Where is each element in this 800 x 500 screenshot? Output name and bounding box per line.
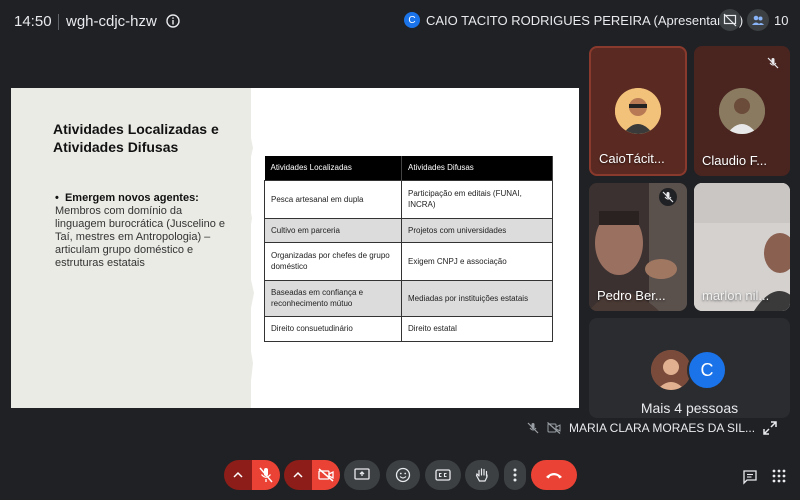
- table-row: Direito consuetudinário Direito estatal: [264, 315, 553, 342]
- table-cell: Mediadas por instituições estatais: [401, 279, 553, 317]
- camera-options-button[interactable]: [284, 460, 312, 490]
- presenter-avatar: C: [404, 12, 420, 28]
- divider: [58, 14, 59, 30]
- avatar: [651, 350, 691, 390]
- mic-off-icon: [259, 467, 273, 483]
- participant-name: marlon nil...: [702, 288, 770, 303]
- clock-time: 14:50: [14, 13, 52, 30]
- table-header-cell: Atividades Localizadas: [264, 156, 402, 180]
- mic-toggle-button[interactable]: [252, 460, 280, 490]
- participant-tile-marlon[interactable]: marlon nil...: [694, 183, 790, 311]
- table-cell: Exigem CNPJ e associação: [401, 241, 553, 281]
- table-row: Cultivo em parceria Projetos com univers…: [264, 217, 553, 243]
- chevron-up-icon: [293, 471, 303, 478]
- more-participants-tile[interactable]: C Mais 4 pessoas: [589, 318, 790, 418]
- present-off-icon: [723, 13, 737, 27]
- presenter-name: MARIA CLARA MORAES DA SIL...: [569, 421, 756, 435]
- bottom-toolbar: [0, 455, 800, 495]
- presenter-label: CAIO TACITO RODRIGUES PEREIRA (Apresenta…: [426, 12, 744, 28]
- expand-icon[interactable]: [762, 420, 778, 436]
- muted-mic-icon: [764, 54, 782, 72]
- hang-up-icon: [546, 473, 562, 479]
- table-cell: Cultivo em parceria: [264, 217, 402, 243]
- slide-title: Atividades Localizadas e Atividades Difu…: [53, 121, 219, 155]
- avatar-initial: C: [687, 350, 727, 390]
- chat-icon[interactable]: [742, 469, 758, 485]
- muted-mic-icon: [527, 422, 539, 434]
- participant-name: Claudio F...: [702, 153, 768, 168]
- bullet-bold-text: Emergem novos agentes:: [64, 192, 199, 204]
- camera-off-icon: [547, 422, 561, 434]
- table-cell: Participação em editais (FUNAI, INCRA): [401, 179, 553, 219]
- table-cell: Direito estatal: [401, 315, 553, 342]
- table-header-cell: Atividades Difusas: [401, 156, 553, 180]
- slide-table: Atividades Localizadas Atividades Difusa…: [264, 156, 553, 342]
- top-bar: 14:50 wgh-cdjc-hzw C CAIO TACITO RODRIGU…: [0, 0, 800, 44]
- muted-mic-icon: [659, 188, 677, 206]
- pinned-presenter-strip: MARIA CLARA MORAES DA SIL...: [519, 416, 799, 440]
- bullet-text: Membros com domínio da linguagem burocrá…: [55, 205, 225, 269]
- present-button[interactable]: [344, 460, 380, 490]
- camera-toggle-button[interactable]: [312, 460, 340, 490]
- raise-hand-button[interactable]: [465, 460, 499, 490]
- leave-call-button[interactable]: [531, 460, 577, 490]
- shared-slide: Atividades Localizadas e Atividades Difu…: [11, 88, 579, 408]
- more-options-button[interactable]: [504, 460, 526, 490]
- table-cell: Organizadas por chefes de grupo doméstic…: [264, 241, 402, 281]
- avatar: [719, 88, 765, 134]
- slide-bullet: • Emergem novos agentes: Membros com dom…: [55, 192, 225, 270]
- present-screen-icon: [354, 468, 370, 480]
- more-participants-label: Mais 4 pessoas: [640, 400, 739, 416]
- avatar: [615, 88, 661, 134]
- table-row: Baseadas em confiança e reconhecimento m…: [264, 279, 553, 317]
- raise-hand-icon: [475, 468, 488, 482]
- participant-tile-claudio[interactable]: Claudio F...: [694, 46, 790, 176]
- participant-tile-caio[interactable]: CaioTácit...: [589, 46, 687, 176]
- presentation-badge[interactable]: [719, 9, 741, 31]
- table-cell: Baseadas em confiança e reconhecimento m…: [264, 279, 402, 317]
- chevron-up-icon: [233, 471, 243, 478]
- table-cell: Projetos com universidades: [401, 217, 553, 243]
- bullet-dot: •: [55, 192, 65, 204]
- participants-button[interactable]: 10: [747, 9, 788, 31]
- more-vert-icon: [513, 468, 517, 482]
- table-cell: Direito consuetudinário: [264, 315, 402, 342]
- participant-tile-pedro[interactable]: Pedro Ber...: [589, 183, 687, 311]
- captions-icon: [435, 469, 451, 481]
- participant-name: CaioTácit...: [599, 151, 665, 166]
- participant-count: 10: [774, 12, 789, 28]
- presenter-indicator: C CAIO TACITO RODRIGUES PEREIRA (Apresen…: [404, 12, 743, 28]
- activities-grid-icon[interactable]: [772, 469, 786, 483]
- emoji-icon: [395, 467, 411, 483]
- info-icon[interactable]: [166, 14, 180, 28]
- table-header-row: Atividades Localizadas Atividades Difusa…: [264, 156, 553, 180]
- mic-options-button[interactable]: [224, 460, 252, 490]
- camera-off-icon: [318, 468, 334, 482]
- participant-name: Pedro Ber...: [597, 288, 666, 303]
- table-row: Pesca artesanal em dupla Participação em…: [264, 179, 553, 219]
- table-cell: Pesca artesanal em dupla: [264, 179, 402, 219]
- table-row: Organizadas por chefes de grupo doméstic…: [264, 241, 553, 281]
- meeting-code: wgh-cdjc-hzw: [66, 13, 157, 30]
- reactions-button[interactable]: [386, 460, 420, 490]
- captions-button[interactable]: [425, 460, 461, 490]
- people-icon: [747, 9, 769, 31]
